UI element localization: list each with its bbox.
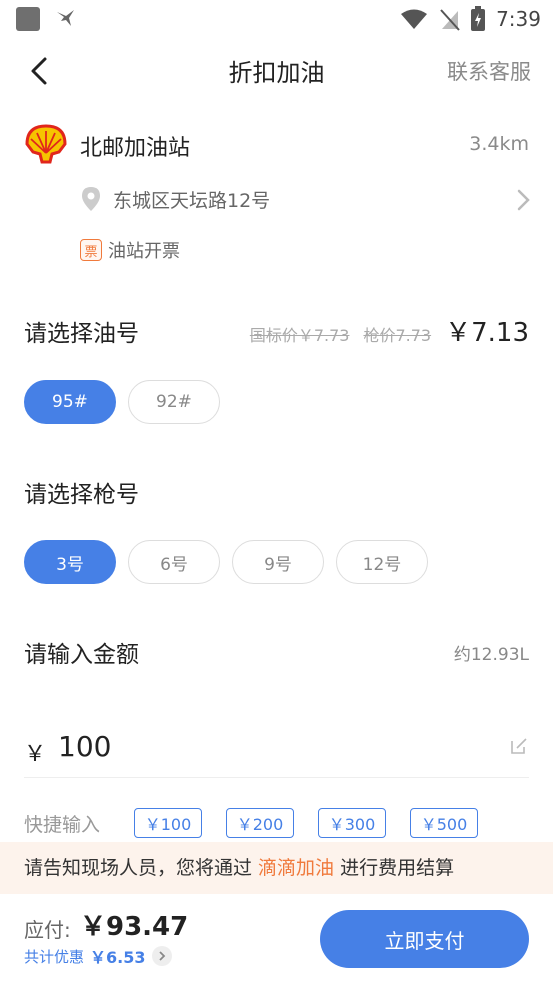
payable-amount: ￥93.47	[80, 912, 189, 942]
discount-price: ￥7.13	[445, 318, 529, 348]
gun-number-options: 3号 6号 9号 12号	[24, 540, 428, 584]
currency-symbol: ￥	[24, 742, 47, 767]
price-row: 国标价￥7.73 枪价7.73 ￥7.13	[250, 312, 529, 352]
station-card: 北邮加油站 3.4km 东城区天坛路12号 票 油站开票	[0, 118, 553, 278]
quick-amount-300[interactable]: ￥300	[318, 808, 386, 838]
notice-prefix: 请告知现场人员，您将通过	[24, 857, 259, 879]
station-address: 东城区天坛路12号	[113, 190, 271, 212]
station-name: 北邮加油站	[80, 136, 191, 161]
gun-number-label: 请选择枪号	[24, 482, 139, 508]
invoice-text: 油站开票	[108, 241, 180, 262]
quick-input-label: 快捷输入	[24, 813, 101, 836]
gun-option-6[interactable]: 6号	[128, 540, 220, 584]
gun-option-9[interactable]: 9号	[232, 540, 324, 584]
edit-icon[interactable]	[509, 736, 529, 756]
discount-detail[interactable]: 共计优惠 ￥6.53	[24, 944, 172, 968]
discount-label: 共计优惠	[24, 947, 85, 966]
settlement-notice: 请告知现场人员，您将通过 滴滴加油 进行费用结算	[0, 842, 553, 894]
quick-amount-100[interactable]: ￥100	[134, 808, 202, 838]
gun-option-12[interactable]: 12号	[336, 540, 428, 584]
notice-highlight: 滴滴加油	[258, 857, 335, 879]
battery-icon	[471, 6, 486, 31]
amount-label: 请输入金额	[24, 642, 139, 668]
notice-suffix: 进行费用结算	[334, 857, 455, 879]
invoice-badge: 票	[80, 239, 102, 261]
bird-notification-icon	[57, 10, 74, 26]
invoice-row: 票 油站开票	[80, 236, 180, 264]
pump-price: 枪价7.73	[363, 326, 432, 345]
quick-amount-200[interactable]: ￥200	[226, 808, 294, 838]
nav-bar: 折扣加油 联系客服	[0, 38, 553, 104]
checkout-bar: 应付: ￥93.47 共计优惠 ￥6.53 立即支付	[0, 894, 553, 983]
clock: 7:39	[496, 7, 541, 31]
shell-logo-icon	[25, 124, 67, 164]
chevron-right-small-icon	[151, 946, 172, 966]
quick-input-row: 快捷输入 ￥100 ￥200 ￥300 ￥500	[24, 806, 502, 840]
station-distance: 3.4km	[469, 133, 529, 155]
payable-label: 应付:	[24, 918, 71, 942]
fuel-type-label: 请选择油号	[24, 321, 139, 347]
estimated-liters: 约12.93L	[453, 645, 529, 665]
fuel-type-options: 95# 92#	[24, 380, 220, 424]
amount-field: ￥	[24, 716, 529, 778]
quick-amount-500[interactable]: ￥500	[410, 808, 478, 838]
no-signal-icon	[440, 9, 460, 31]
fuel-option-95[interactable]: 95#	[24, 380, 116, 424]
wifi-icon	[401, 9, 428, 29]
national-price: 国标价￥7.73	[249, 326, 350, 345]
location-pin-icon	[82, 187, 100, 211]
fuel-option-92[interactable]: 92#	[128, 380, 220, 424]
amount-input[interactable]	[58, 724, 478, 768]
customer-service-link[interactable]: 联系客服	[447, 56, 531, 86]
notification-icon	[16, 7, 40, 31]
status-bar: 7:39	[0, 0, 553, 38]
chevron-right-icon	[517, 189, 530, 211]
gun-option-3[interactable]: 3号	[24, 540, 116, 584]
discount-amount: ￥6.53	[90, 948, 146, 967]
station-address-row[interactable]: 东城区天坛路12号	[0, 178, 553, 220]
pay-now-button[interactable]: 立即支付	[320, 910, 529, 968]
